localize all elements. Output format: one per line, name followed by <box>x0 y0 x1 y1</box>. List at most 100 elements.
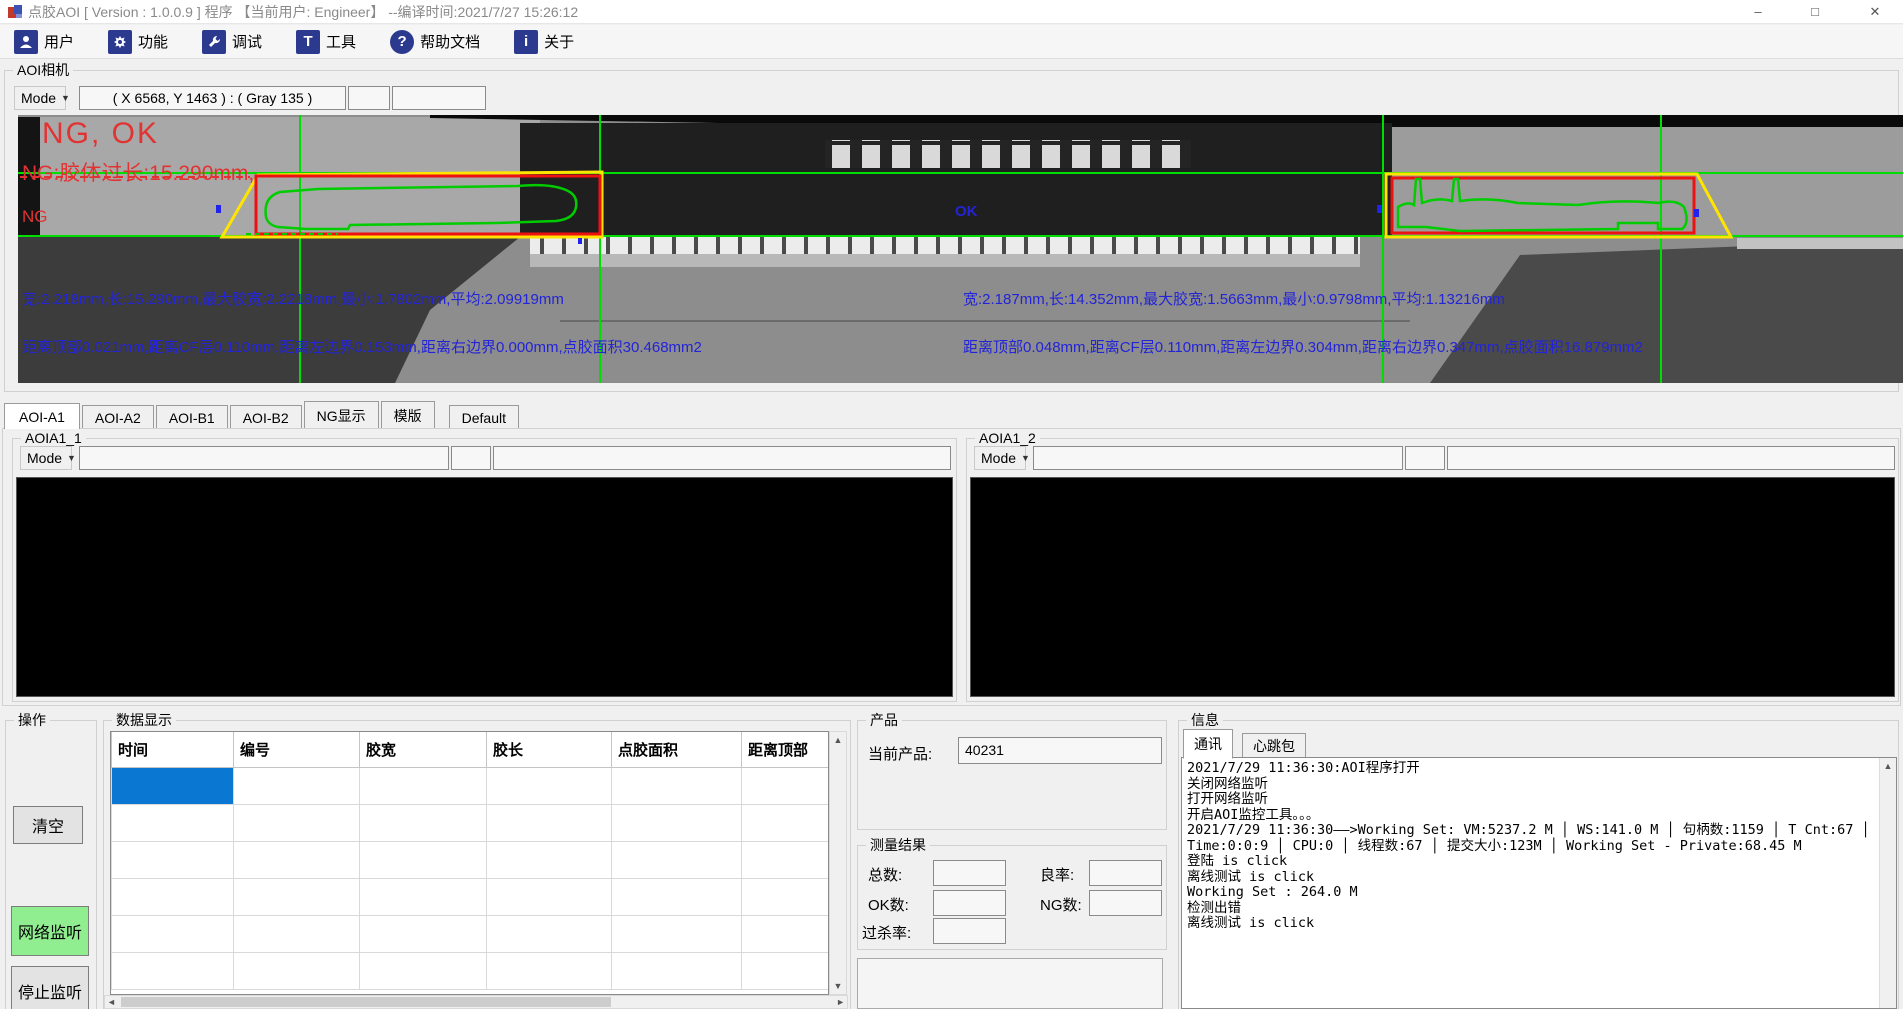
ng-count-field[interactable] <box>1089 890 1162 916</box>
yield-field[interactable] <box>1089 860 1162 886</box>
camera-view[interactable]: NG, OK NG:胶体过长:15.290mm, NG OK 宽:2.218mm… <box>18 115 1903 383</box>
aoia1-1-field2[interactable] <box>451 446 491 470</box>
minimize-button[interactable]: – <box>1735 0 1781 24</box>
ng-reason-text: NG:胶体过长:15.290mm, <box>22 157 254 187</box>
scroll-right-icon[interactable]: ► <box>836 997 845 1007</box>
overkill-field[interactable] <box>933 918 1006 944</box>
toolbar-item-user[interactable]: 用户 <box>10 28 78 56</box>
ok-label: OK <box>955 203 978 220</box>
chevron-down-icon: ▼ <box>1021 453 1030 463</box>
info-group-label: 信息 <box>1187 712 1223 728</box>
scroll-up-icon[interactable]: ▲ <box>830 735 846 745</box>
aoia1-2-mode-dropdown[interactable]: Mode▼ <box>974 446 1026 470</box>
col-time[interactable]: 时间 <box>112 732 234 768</box>
tab-aoi-b1[interactable]: AOI-B1 <box>156 405 228 429</box>
app-icon <box>7 4 23 20</box>
tab-default[interactable]: Default <box>449 405 519 429</box>
table-hscrollbar[interactable]: ◄ ► <box>104 995 848 1009</box>
window-title: 点胶AOI [ Version : 1.0.0.9 ] 程序 【当前用户: En… <box>28 2 578 22</box>
user-icon <box>14 30 38 54</box>
table-vscrollbar[interactable]: ▲ ▼ <box>829 731 847 995</box>
toolbar-item-about[interactable]: i 关于 <box>510 28 578 56</box>
current-product-label: 当前产品: <box>868 743 932 764</box>
help-icon: ? <box>390 30 414 54</box>
ok-count-field[interactable] <box>933 890 1006 916</box>
aoia1-2-label: AOIA1_2 <box>975 430 1040 446</box>
col-number[interactable]: 编号 <box>234 732 360 768</box>
aoia1-1-label: AOIA1_1 <box>21 430 86 446</box>
col-glue-width[interactable]: 胶宽 <box>360 732 487 768</box>
tab-aoi-b2[interactable]: AOI-B2 <box>230 405 302 429</box>
chevron-down-icon: ▼ <box>67 453 76 463</box>
toolbar-item-function[interactable]: 功能 <box>104 28 172 56</box>
aoia1-1-field3[interactable] <box>493 446 951 470</box>
tab-template[interactable]: 模版 <box>381 401 435 429</box>
camera-coordinate-readout: ( X 6568, Y 1463 ) : ( Gray 135 ) <box>79 86 346 110</box>
maximize-button[interactable]: □ <box>1792 0 1838 24</box>
aoia1-2-image-view[interactable] <box>970 477 1895 697</box>
table-row[interactable] <box>112 768 830 805</box>
total-field[interactable] <box>933 860 1006 886</box>
chevron-down-icon: ▼ <box>61 93 70 103</box>
tool-t-icon: T <box>296 30 320 54</box>
toolbar-item-tools[interactable]: T 工具 <box>292 28 360 56</box>
result-text: NG, OK <box>42 117 159 151</box>
total-label: 总数: <box>868 864 902 885</box>
data-table[interactable]: 时间 编号 胶宽 胶长 点胶面积 距离顶部 <box>110 731 829 995</box>
aoia1-2-field3[interactable] <box>1447 446 1895 470</box>
tab-aoi-a2[interactable]: AOI-A2 <box>82 405 154 429</box>
main-toolbar: 用户 功能 调试 T 工具 ? 帮助文档 i 关于 <box>0 25 1903 59</box>
clear-button[interactable]: 清空 <box>13 806 83 844</box>
gear-icon <box>108 30 132 54</box>
app-window: 点胶AOI [ Version : 1.0.0.9 ] 程序 【当前用户: En… <box>0 0 1903 1009</box>
product-group-label: 产品 <box>866 712 902 728</box>
table-row[interactable] <box>112 879 830 916</box>
scroll-up-icon[interactable]: ▲ <box>1880 761 1896 771</box>
aoia1-2-field2[interactable] <box>1405 446 1445 470</box>
stop-listen-button[interactable]: 停止监听 <box>11 966 89 1009</box>
comm-log[interactable]: 2021/7/29 11:36:30:AOI程序打开 关闭网络监听 打开网络监听… <box>1181 757 1897 1009</box>
hscroll-thumb[interactable] <box>121 997 611 1007</box>
measure-results-group-label: 测量结果 <box>866 837 930 853</box>
table-row[interactable] <box>112 953 830 990</box>
camera-small-field[interactable] <box>348 86 390 110</box>
operation-group-label: 操作 <box>14 712 50 728</box>
view-tabstrip: AOI-A1 AOI-A2 AOI-B1 AOI-B2 NG显示 模版 Defa… <box>4 402 1899 429</box>
aoia1-1-field1[interactable] <box>79 446 449 470</box>
product-note-box <box>857 958 1163 1009</box>
table-row[interactable] <box>112 842 830 879</box>
ng-count-label: NG数: <box>1040 894 1082 915</box>
log-vscrollbar[interactable]: ▲ <box>1879 758 1896 1008</box>
left-measure-line2: 距离顶部0.021mm,距离CF层0.110mm,距离左边界0.153mm,距离… <box>22 336 702 357</box>
toolbar-item-help[interactable]: ? 帮助文档 <box>386 28 484 56</box>
tab-ng-display[interactable]: NG显示 <box>304 401 379 429</box>
scroll-left-icon[interactable]: ◄ <box>107 997 116 1007</box>
data-display-group-label: 数据显示 <box>112 712 176 728</box>
table-row[interactable] <box>112 805 830 842</box>
log-lines: 2021/7/29 11:36:30:AOI程序打开 关闭网络监听 打开网络监听… <box>1187 761 1875 932</box>
current-product-input[interactable]: 40231 <box>958 737 1162 764</box>
table-row[interactable] <box>112 916 830 953</box>
aoia1-2-field1[interactable] <box>1033 446 1403 470</box>
tab-comm[interactable]: 通讯 <box>1183 729 1233 759</box>
tab-aoi-a1[interactable]: AOI-A1 <box>4 403 80 429</box>
col-glue-area[interactable]: 点胶面积 <box>612 732 742 768</box>
aoia1-1-image-view[interactable] <box>16 477 953 697</box>
right-measure-line1: 宽:2.187mm,长:14.352mm,最大胶宽:1.5663mm,最小:0.… <box>963 288 1505 309</box>
selected-cell[interactable] <box>112 768 234 805</box>
ok-count-label: OK数: <box>868 894 909 915</box>
camera-mode-dropdown[interactable]: Mode▼ <box>14 86 66 110</box>
wrench-icon <box>202 30 226 54</box>
tab-heartbeat[interactable]: 心跳包 <box>1242 733 1306 759</box>
col-glue-length[interactable]: 胶长 <box>487 732 612 768</box>
aoia1-1-mode-dropdown[interactable]: Mode▼ <box>20 446 72 470</box>
toolbar-item-debug[interactable]: 调试 <box>198 28 266 56</box>
camera-extra-field[interactable] <box>392 86 486 110</box>
col-distance-top[interactable]: 距离顶部 <box>742 732 830 768</box>
left-measure-line1: 宽:2.218mm,长:15.290mm,最大胶宽:2.2218mm,最小:1.… <box>22 288 564 309</box>
ng-label: NG <box>22 207 48 227</box>
network-listen-button[interactable]: 网络监听 <box>11 906 89 956</box>
close-button[interactable]: ✕ <box>1852 0 1898 24</box>
yield-label: 良率: <box>1040 864 1074 885</box>
scroll-down-icon[interactable]: ▼ <box>830 981 846 991</box>
